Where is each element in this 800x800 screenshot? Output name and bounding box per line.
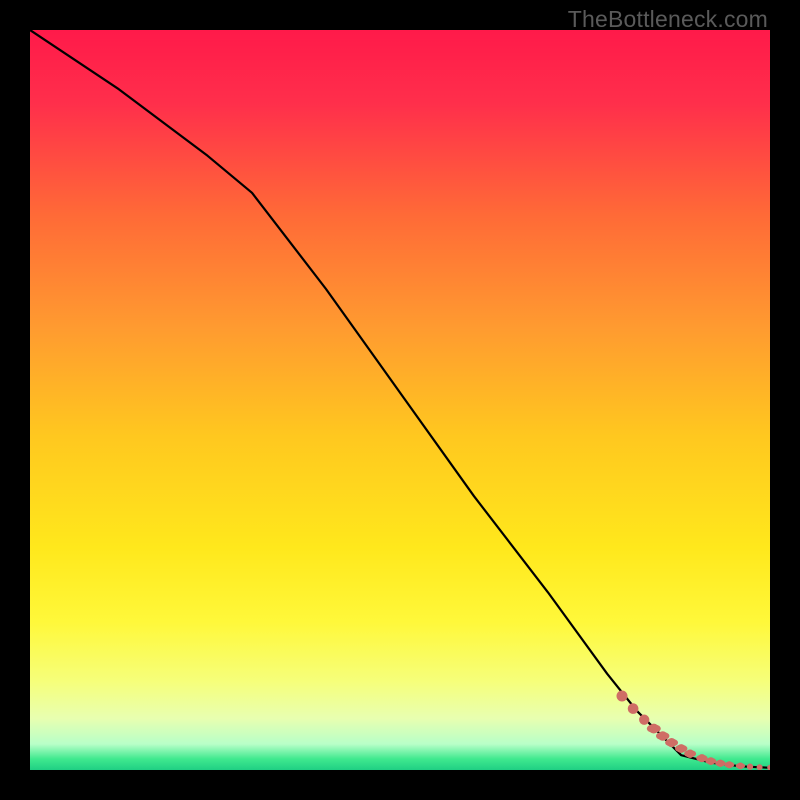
bottleneck-curve-line — [30, 30, 770, 768]
highlight-dot — [647, 724, 661, 732]
highlight-dot — [767, 765, 770, 770]
highlight-dot — [656, 732, 669, 740]
highlight-dot — [747, 764, 753, 770]
highlight-dot — [639, 715, 649, 725]
highlight-dot — [724, 762, 734, 768]
watermark-text: TheBottleneck.com — [568, 6, 768, 33]
highlight-dot — [684, 750, 696, 757]
highlight-dot — [617, 691, 628, 702]
highlight-dot — [715, 760, 725, 766]
chart-frame: TheBottleneck.com — [0, 0, 800, 800]
highlight-dot — [757, 764, 763, 770]
highlight-dot — [675, 745, 687, 753]
plot-area — [30, 30, 770, 770]
highlight-dot — [705, 758, 716, 765]
chart-svg — [30, 30, 770, 770]
highlight-dot — [628, 703, 639, 714]
highlight-dot — [736, 763, 745, 769]
highlight-dot — [665, 739, 678, 747]
